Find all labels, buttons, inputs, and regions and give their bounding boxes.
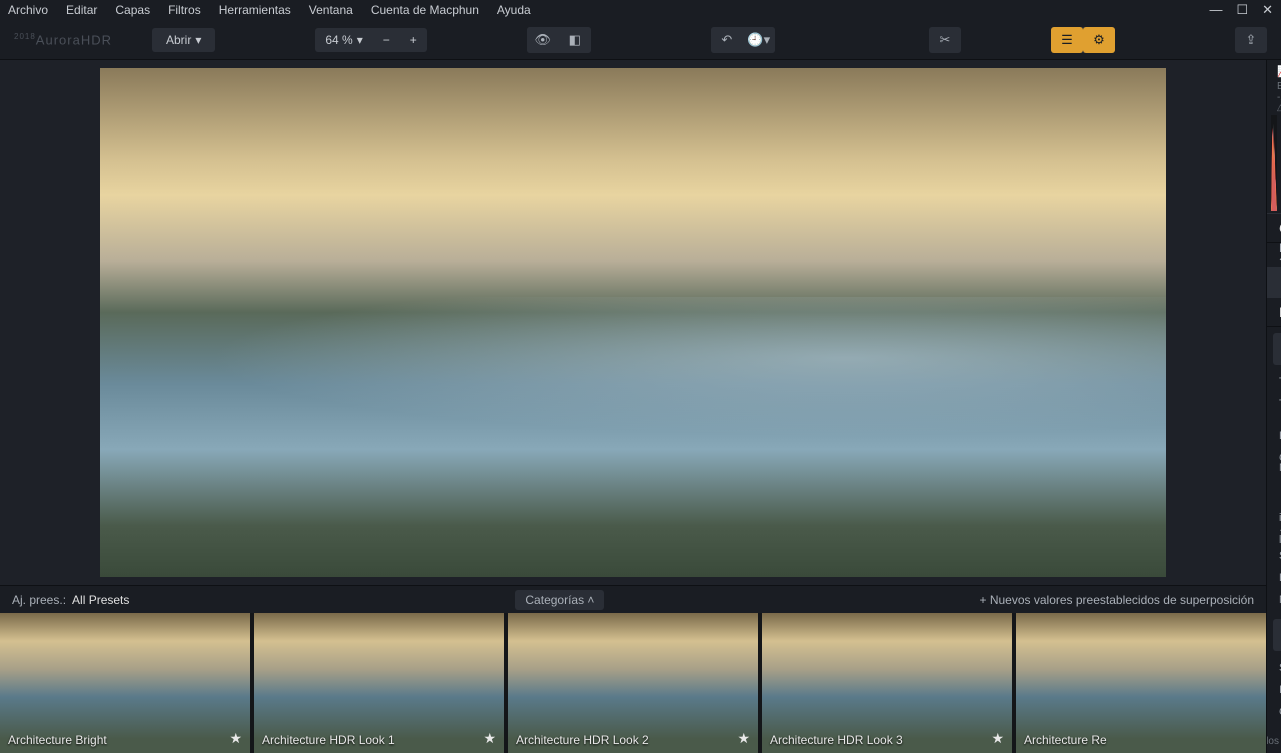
image-canvas[interactable] <box>100 68 1166 577</box>
zoom-dropdown[interactable]: 64 % ▾ <box>315 28 372 52</box>
preset-item[interactable]: Architecture HDR Look 3★ <box>762 613 1012 753</box>
shadow-clip-icon[interactable]: △ <box>1277 102 1281 113</box>
image-metadata: EV -2,3,...,-0,3,...,+1,7|3 img|ISO 100|… <box>1267 82 1281 102</box>
histogram-icon[interactable]: 📈 <box>1277 65 1281 78</box>
presets-panel-icon[interactable]: ☰ <box>1051 27 1083 53</box>
canvas-area <box>0 60 1266 585</box>
export-icon[interactable]: ⇪ <box>1235 27 1267 53</box>
filter-group-color[interactable]: Color <box>1273 619 1281 651</box>
new-overlay-presets[interactable]: + Nuevos valores preestablecidos de supe… <box>980 593 1255 607</box>
menu-edit[interactable]: Editar <box>66 3 97 17</box>
history-icon[interactable]: 🕘▾ <box>743 27 775 53</box>
layer-item[interactable]: A2018 - Sample 2.jpg 🖌 👁 <box>1267 267 1281 297</box>
save-filter-preset-hint[interactable]: Guardar valores preestablecidos de filtr… <box>1267 725 1281 747</box>
filter-group-hdr[interactable]: HDR básico <box>1273 333 1281 365</box>
open-button[interactable]: Abrir ▾ <box>152 28 215 52</box>
window-maximize-icon[interactable]: ☐ <box>1236 2 1248 18</box>
adjust-panel-icon[interactable]: ⚙ <box>1083 27 1115 53</box>
zoom-in-button[interactable]: + <box>400 28 427 52</box>
window-minimize-icon[interactable]: — <box>1209 2 1222 18</box>
preset-item[interactable]: Architecture HDR Look 1★ <box>254 613 504 753</box>
star-icon[interactable]: ★ <box>991 730 1004 747</box>
menu-help[interactable]: Ayuda <box>497 3 531 17</box>
app-logo: 2018AuroraHDR <box>14 32 112 47</box>
compare-icon[interactable]: ◧ <box>559 27 591 53</box>
right-panel: 📈 ◇ ⓘ 2900 x 1732px | 32-bit EV -2,3,...… <box>1266 60 1281 753</box>
zoom-controls: 64 % ▾ − + <box>315 28 426 52</box>
categories-dropdown[interactable]: Categorías ˄ <box>515 590 604 610</box>
menu-bar: Archivo Editar Capas Filtros Herramienta… <box>0 0 1281 20</box>
menu-tools[interactable]: Herramientas <box>219 3 291 17</box>
preset-item[interactable]: Architecture HDR Look 2★ <box>508 613 758 753</box>
layers-section-head: CAPAS —+ <box>1267 213 1281 243</box>
histogram[interactable] <box>1271 115 1277 211</box>
preset-item[interactable]: Architecture Bright★ <box>0 613 250 753</box>
menu-account[interactable]: Cuenta de Macphun <box>371 3 479 17</box>
crop-icon[interactable]: ✂ <box>929 27 961 53</box>
menu-window[interactable]: Ventana <box>309 3 353 17</box>
preview-icon[interactable]: 👁 <box>527 27 559 53</box>
preset-item[interactable]: Architecture Re <box>1016 613 1266 753</box>
menu-layers[interactable]: Capas <box>115 3 150 17</box>
top-toolbar: 2018AuroraHDR Abrir ▾ 64 % ▾ − + 👁 ◧ ↶ 🕘… <box>0 20 1281 60</box>
menu-filters[interactable]: Filtros <box>168 3 201 17</box>
star-icon[interactable]: ★ <box>229 730 242 747</box>
undo-icon[interactable]: ↶ <box>711 27 743 53</box>
star-icon[interactable]: ★ <box>737 730 750 747</box>
presets-set[interactable]: All Presets <box>72 593 129 607</box>
presets-row: Architecture Bright★ Architecture HDR Lo… <box>0 613 1266 753</box>
presets-label: Aj. prees.: <box>12 593 66 607</box>
filters-section-head: FILTROS ⛶ ↻ Restaurar todo <box>1267 297 1281 327</box>
zoom-out-button[interactable]: − <box>373 28 400 52</box>
menu-file[interactable]: Archivo <box>8 3 48 17</box>
presets-header: Aj. prees.: All Presets Categorías ˄ + N… <box>0 585 1266 613</box>
window-close-icon[interactable]: ✕ <box>1262 2 1273 18</box>
star-icon[interactable]: ★ <box>483 730 496 747</box>
